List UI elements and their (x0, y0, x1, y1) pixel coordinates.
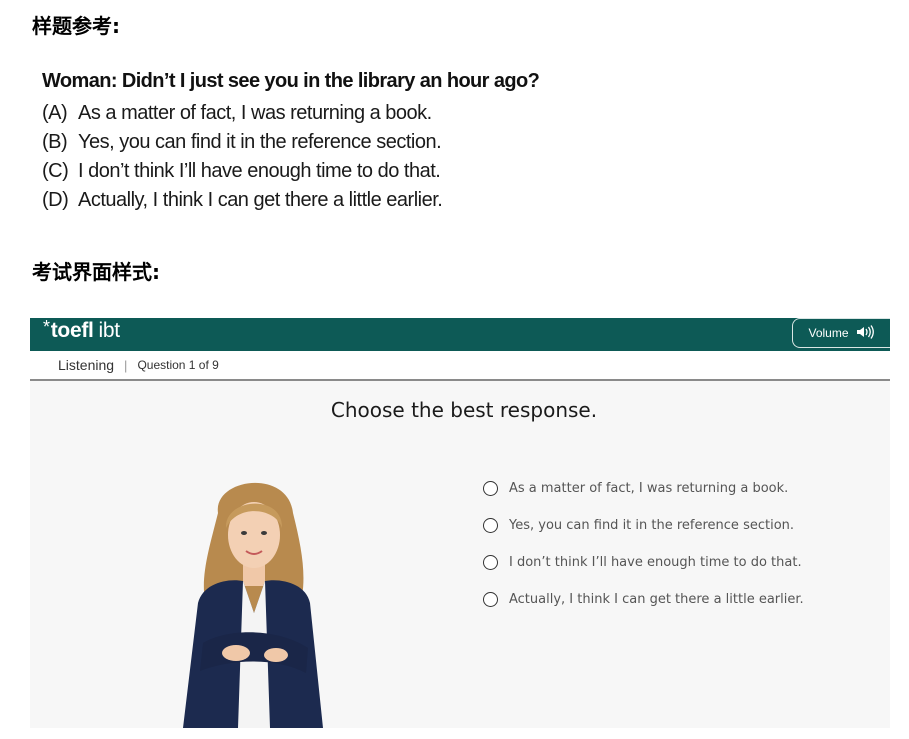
radio-button[interactable] (483, 481, 498, 496)
interface-heading: 考试界面样式: (32, 260, 160, 284)
logo-star: * (43, 318, 50, 337)
answer-option-4[interactable]: Actually, I think I can get there a litt… (483, 581, 804, 618)
answer-option-3[interactable]: I don’t think I’ll have enough time to d… (483, 544, 804, 581)
answer-option-label: As a matter of fact, I was returning a b… (509, 481, 789, 496)
radio-button[interactable] (483, 592, 498, 607)
section-name: Listening (58, 357, 115, 373)
sample-option-b: (B) Yes, you can find it in the reference… (42, 128, 602, 157)
sample-option-letter: (B) (42, 131, 68, 153)
sample-option-text: Actually, I think I can get there a litt… (78, 189, 443, 211)
sample-option-letter: (D) (42, 189, 69, 211)
answer-option-label: Yes, you can find it in the reference se… (509, 518, 795, 533)
sample-question-block: Woman: Didn’t I just see you in the libr… (42, 70, 602, 215)
sample-option-text: Yes, you can find it in the reference se… (78, 131, 442, 153)
volume-button[interactable]: Volume (792, 318, 890, 348)
section-divider: | (124, 357, 128, 373)
radio-button[interactable] (483, 518, 498, 533)
sample-option-a: (A) As a matter of fact, I was returning … (42, 99, 602, 128)
toefl-interface: *toefl ibt Volume Listening | Question 1 … (30, 318, 890, 728)
question-counter: Question 1 of 9 (137, 358, 219, 372)
speaker-avatar (158, 473, 348, 728)
answer-option-label: I don’t think I’ll have enough time to d… (509, 555, 802, 570)
volume-label: Volume (808, 326, 849, 340)
sample-option-text: As a matter of fact, I was returning a b… (78, 102, 432, 124)
answer-option-label: Actually, I think I can get there a litt… (509, 592, 804, 607)
question-prompt: Choose the best response. (330, 398, 598, 422)
logo-toefl: toefl (50, 319, 94, 342)
speaker-hand-icon (855, 324, 875, 343)
logo-ibt: ibt (98, 319, 121, 342)
sample-option-d: (D) Actually, I think I can get there a l… (42, 186, 602, 215)
top-bar: *toefl ibt Volume (30, 318, 890, 351)
section-bar: Listening | Question 1 of 9 (30, 351, 890, 381)
sample-option-letter: (A) (42, 102, 68, 124)
answer-option-1[interactable]: As a matter of fact, I was returning a b… (483, 470, 804, 507)
sample-option-c: (C) I don’t think I’ll have enough time t… (42, 157, 602, 186)
answer-option-2[interactable]: Yes, you can find it in the reference se… (483, 507, 804, 544)
sample-heading: 样题参考: (32, 14, 120, 38)
toefl-logo: *toefl ibt (43, 318, 121, 343)
sample-option-text: I don’t think I’ll have enough time to d… (78, 160, 441, 182)
answer-options: As a matter of fact, I was returning a b… (483, 470, 804, 618)
radio-button[interactable] (483, 555, 498, 570)
sample-question: Woman: Didn’t I just see you in the libr… (42, 70, 540, 92)
sample-option-letter: (C) (42, 160, 69, 182)
